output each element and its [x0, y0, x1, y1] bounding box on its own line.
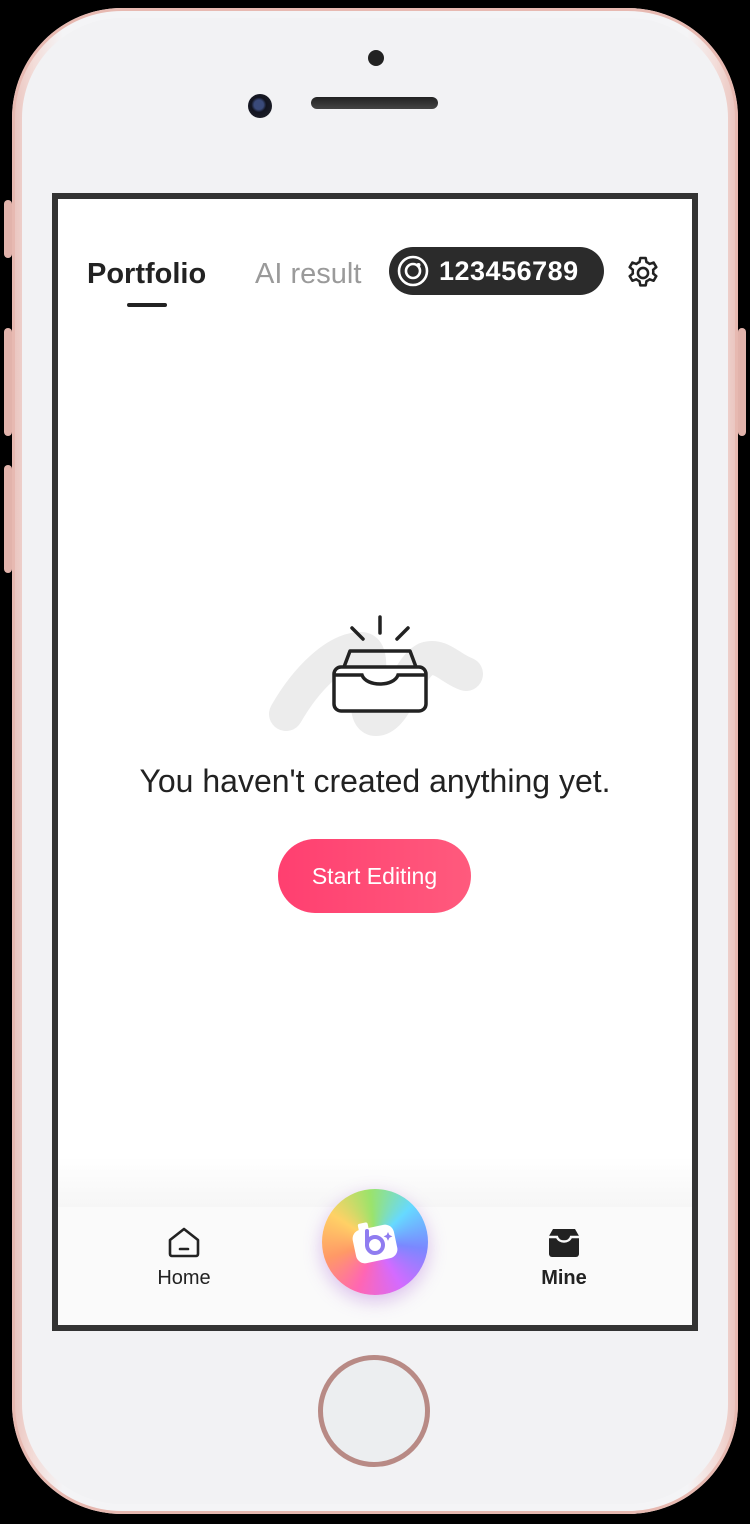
tab-ai-result[interactable]: AI result [255, 257, 361, 291]
home-icon [168, 1227, 200, 1258]
proximity-sensor [368, 50, 384, 66]
front-camera [248, 94, 272, 118]
camera-icon [352, 1222, 398, 1264]
start-editing-button[interactable]: Start Editing [278, 839, 471, 913]
screen: Portfolio AI result 123456789 You haven'… [52, 193, 698, 1331]
camera-button[interactable] [322, 1189, 428, 1295]
empty-inbox-icon [269, 615, 483, 737]
nav-mine[interactable]: Mine [504, 1223, 624, 1290]
app-content: Portfolio AI result 123456789 You haven'… [58, 199, 692, 1325]
mine-box-icon [549, 1229, 579, 1257]
volume-down-button [4, 465, 12, 573]
coin-balance-badge[interactable]: 123456789 [389, 247, 604, 295]
nav-mine-label: Mine [541, 1267, 587, 1289]
volume-up-button [4, 328, 12, 436]
mute-switch [4, 200, 12, 258]
tab-portfolio[interactable]: Portfolio [87, 257, 206, 291]
coin-icon [397, 255, 429, 287]
coin-balance-value: 123456789 [439, 255, 579, 286]
home-hardware-button[interactable] [318, 1355, 430, 1467]
nav-home-label: Home [157, 1267, 211, 1289]
active-tab-indicator [127, 303, 167, 307]
gear-icon[interactable] [624, 254, 662, 292]
power-button [738, 328, 746, 436]
earpiece-speaker [311, 97, 438, 109]
empty-state-message: You haven't created anything yet. [139, 763, 611, 799]
nav-home[interactable]: Home [124, 1223, 244, 1290]
